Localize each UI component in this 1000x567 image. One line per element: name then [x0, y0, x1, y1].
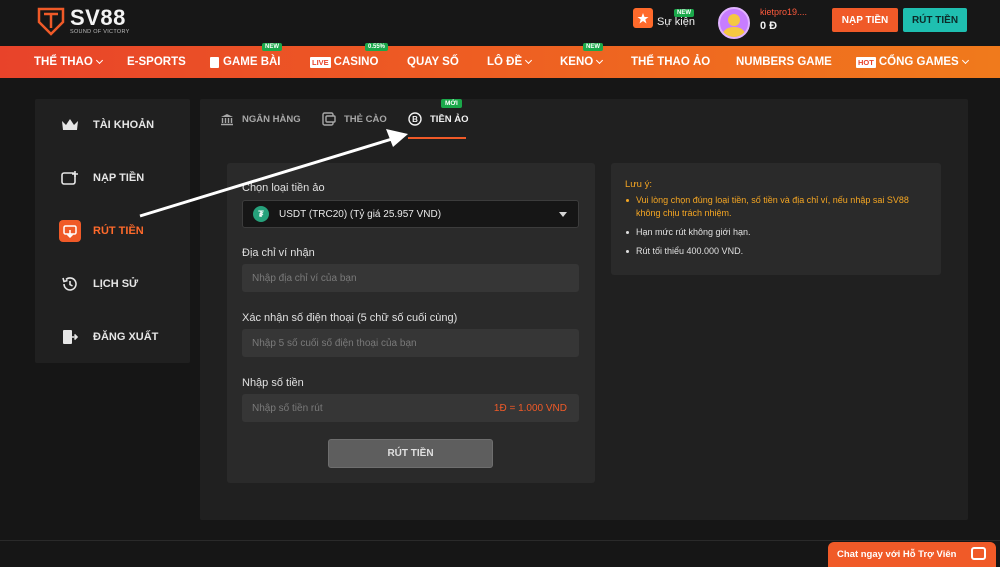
phone-digits-input[interactable]	[242, 329, 579, 357]
sidebar-item-deposit[interactable]: NẠP TIỀN	[59, 167, 144, 189]
currency-select[interactable]: ₮ USDT (TRC20) (Tỷ giá 25.957 VND)	[242, 200, 579, 228]
withdraw-submit-button[interactable]: RÚT TIỀN	[328, 439, 493, 468]
note-item: Vui lòng chọn đúng loại tiền, số tiền và…	[625, 194, 935, 220]
nav-item-label: LÔ ĐỀ	[487, 56, 523, 68]
active-tab-indicator	[408, 137, 466, 139]
main-nav: THỂ THAO E-SPORTS GAME BÀI NEW LIVE CASIN…	[0, 43, 1000, 78]
nav-new-badge: NEW	[262, 43, 282, 51]
nav-item-label: GAME BÀI	[223, 56, 281, 68]
sidebar-item-withdraw[interactable]: RÚT TIỀN	[59, 220, 144, 242]
logo-tagline: SOUND OF VICTORY	[70, 28, 130, 35]
withdraw-tabs: NGÂN HÀNG THẺ CÀO B TIỀN ẢO MỚI	[200, 99, 968, 139]
sidebar-item-history[interactable]: LỊCH SỬ	[59, 273, 138, 295]
footer-divider	[0, 540, 1000, 541]
header-withdraw-button[interactable]: RÚT TIỀN	[903, 8, 967, 32]
nav-new-badge: NEW	[583, 43, 603, 51]
tab-bank[interactable]: NGÂN HÀNG	[220, 99, 301, 139]
chat-bubble-icon	[971, 547, 986, 560]
wallet-plus-icon	[59, 167, 81, 189]
nav-item-label: THỂ THAO ẢO	[631, 56, 711, 68]
logo[interactable]: SV88 SOUND OF VICTORY	[36, 6, 130, 36]
nav-item-label: CASINO	[333, 56, 379, 68]
crown-icon	[59, 114, 81, 136]
note-box: Lưu ý: Vui lòng chọn đúng loại tiền, số …	[611, 163, 941, 275]
tab-label: NGÂN HÀNG	[242, 113, 301, 125]
header: SV88 SOUND OF VICTORY Sự kiện NEW kietpr…	[0, 0, 1000, 46]
sidebar-item-label: TÀI KHOẢN	[93, 119, 155, 131]
app-root: SV88 SOUND OF VICTORY Sự kiện NEW kietpr…	[0, 0, 1000, 567]
username[interactable]: kietpro19....	[760, 7, 807, 17]
wallet-label: Địa chỉ ví nhận	[242, 247, 315, 259]
logo-shield-icon	[36, 6, 66, 36]
sidebar-item-logout[interactable]: ĐĂNG XUẤT	[59, 326, 158, 348]
withdraw-form: Chọn loại tiền ảo ₮ USDT (TRC20) (Tỷ giá…	[227, 163, 595, 483]
wallet-address-input[interactable]	[242, 264, 579, 292]
note-title: Lưu ý:	[625, 179, 652, 190]
nav-rebate-badge: 0.55%	[365, 43, 389, 51]
note-list: Vui lòng chọn đúng loại tiền, số tiền và…	[625, 194, 935, 264]
chevron-down-icon	[525, 56, 533, 65]
nav-item-label: NUMBERS GAME	[736, 56, 832, 68]
tab-label: TIỀN ẢO	[430, 113, 469, 125]
header-deposit-button[interactable]: NẠP TIỀN	[832, 8, 898, 32]
chevron-down-icon	[95, 56, 103, 65]
calendar-star-icon	[633, 8, 653, 28]
card-icon	[322, 112, 336, 126]
history-icon	[59, 273, 81, 295]
bank-icon	[220, 113, 234, 126]
nav-item-cong-games[interactable]: HOT CỔNG GAMES	[856, 46, 969, 78]
tab-new-badge: MỚI	[441, 99, 462, 108]
cards-icon	[210, 56, 219, 68]
tether-icon: ₮	[253, 206, 269, 222]
nav-item-label: QUAY SỐ	[407, 56, 459, 68]
tab-label: THẺ CÀO	[344, 113, 387, 125]
live-chat-button[interactable]: Chat ngay với Hỗ Trợ Viên	[828, 542, 996, 567]
nav-item-label: E-SPORTS	[127, 56, 186, 68]
event-new-badge: NEW	[674, 9, 694, 17]
nav-item-lo-de[interactable]: LÔ ĐỀ	[487, 46, 533, 78]
withdraw-panel: NGÂN HÀNG THẺ CÀO B TIỀN ẢO MỚI Chọn loạ…	[200, 99, 968, 520]
nav-item-esports[interactable]: E-SPORTS	[127, 46, 186, 78]
nav-item-the-thao-ao[interactable]: THỂ THAO ẢO	[631, 46, 710, 78]
hot-tag: HOT	[856, 56, 876, 68]
avatar[interactable]	[718, 7, 750, 39]
nav-item-label: KENO	[560, 56, 594, 68]
note-item: Hạn mức rút không giới hạn.	[625, 226, 935, 239]
chat-label: Chat ngay với Hỗ Trợ Viên	[837, 549, 957, 560]
nav-item-label: CỔNG GAMES	[878, 56, 959, 68]
caret-down-icon	[559, 212, 567, 217]
live-tag: LIVE	[310, 56, 331, 68]
sidebar-item-label: LỊCH SỬ	[93, 278, 139, 290]
bitcoin-icon: B	[408, 112, 422, 126]
logo-text: SV88	[70, 4, 126, 30]
event-label: Sự kiện	[657, 16, 695, 28]
balance: 0 Đ	[760, 20, 778, 32]
amount-label: Nhập số tiền	[242, 377, 304, 389]
sidebar-item-label: NẠP TIỀN	[93, 172, 145, 184]
nav-item-numbers-game[interactable]: NUMBERS GAME	[736, 46, 832, 78]
rate-hint: 1Đ = 1.000 VND	[493, 403, 567, 414]
currency-label: Chọn loại tiền ảo	[242, 182, 325, 194]
nav-item-the-thao[interactable]: THỂ THAO	[34, 46, 103, 78]
sidebar-item-account[interactable]: TÀI KHOẢN	[59, 114, 154, 136]
currency-value: USDT (TRC20) (Tỷ giá 25.957 VND)	[279, 208, 442, 220]
sidebar-item-label: ĐĂNG XUẤT	[93, 331, 159, 343]
nav-item-label: THỂ THAO	[34, 56, 93, 68]
sidebar-item-label: RÚT TIỀN	[93, 225, 144, 237]
chevron-down-icon	[596, 56, 604, 65]
account-sidebar: TÀI KHOẢN NẠP TIỀN RÚT TIỀN LỊCH SỬ ĐĂNG…	[35, 99, 190, 363]
phone-label: Xác nhận số điện thoại (5 chữ số cuối cù…	[242, 312, 458, 324]
tab-scratch-card[interactable]: THẺ CÀO	[322, 99, 387, 139]
chevron-down-icon	[961, 56, 969, 65]
svg-text:B: B	[412, 115, 418, 124]
nav-item-quay-so[interactable]: QUAY SỐ	[407, 46, 459, 78]
note-item: Rút tối thiểu 400.000 VND.	[625, 245, 935, 258]
withdraw-icon	[59, 220, 81, 242]
logout-icon	[59, 326, 81, 348]
